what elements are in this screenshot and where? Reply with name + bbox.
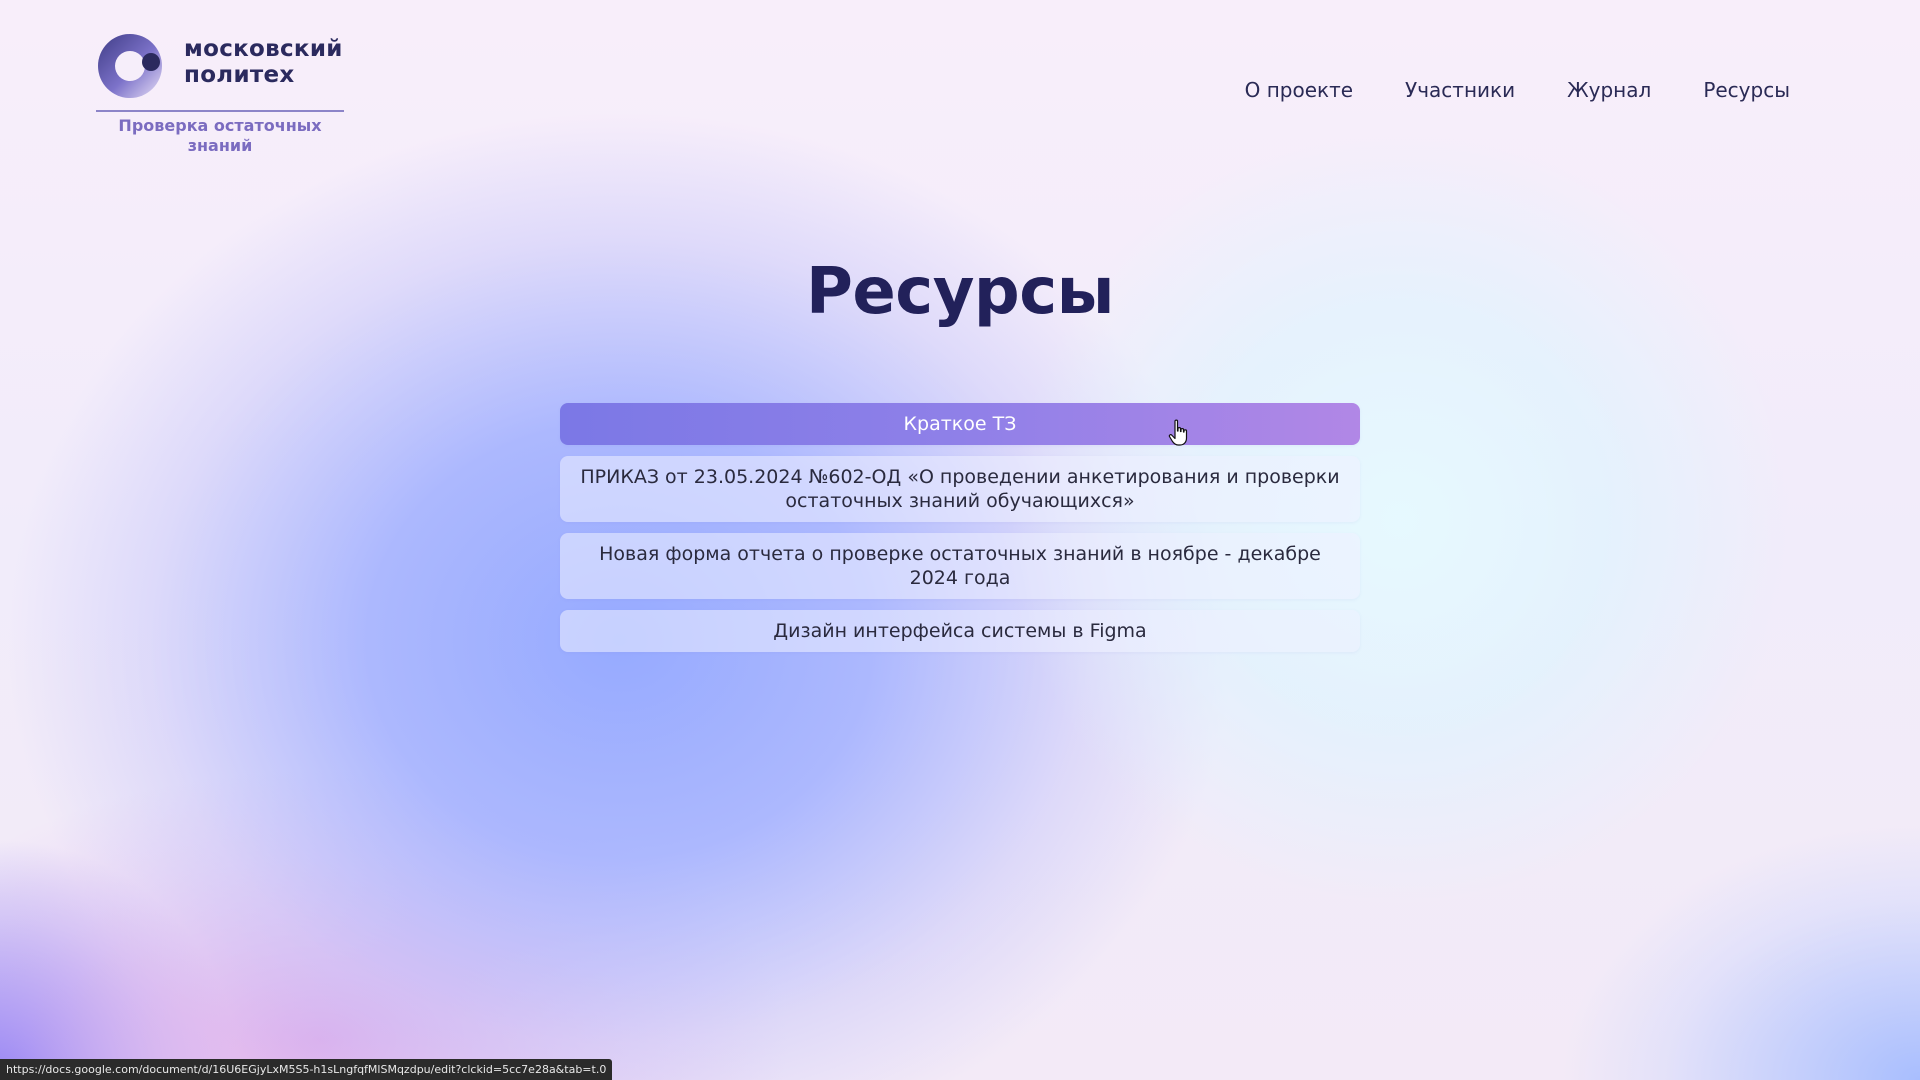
hand-pointer-icon: [1168, 419, 1188, 446]
nav-item-participants[interactable]: Участники: [1405, 78, 1515, 102]
site-header: московский политех Проверка остаточных з…: [0, 0, 1920, 170]
nav-item-resources[interactable]: Ресурсы: [1703, 78, 1790, 102]
logo-subtitle: Проверка остаточных знаний: [118, 116, 322, 155]
nav-item-about[interactable]: О проекте: [1245, 78, 1353, 102]
main-nav: О проекте Участники Журнал Ресурсы: [1200, 78, 1790, 102]
logo-name-line2: политех: [184, 62, 295, 88]
resource-order-button[interactable]: ПРИКАЗ от 23.05.2024 №602-ОД «О проведен…: [560, 456, 1360, 522]
logo-divider: [96, 110, 344, 112]
nav-item-journal[interactable]: Журнал: [1567, 78, 1651, 102]
logo-text: московский политех: [184, 36, 343, 88]
resource-report-form-button[interactable]: Новая форма отчета о проверке остаточных…: [560, 533, 1360, 599]
resource-figma-design-button[interactable]: Дизайн интерфейса системы в Figma: [560, 610, 1360, 652]
page-title: Ресурсы: [805, 255, 1115, 329]
polytech-logo-icon: [98, 34, 162, 98]
status-bar-url: https://docs.google.com/document/d/16U6E…: [0, 1059, 613, 1080]
resource-brief-spec-button[interactable]: Краткое ТЗ: [560, 403, 1360, 445]
resource-list: Краткое ТЗ ПРИКАЗ от 23.05.2024 №602-ОД …: [560, 403, 1360, 652]
logo-name-line1: московский: [184, 36, 343, 62]
